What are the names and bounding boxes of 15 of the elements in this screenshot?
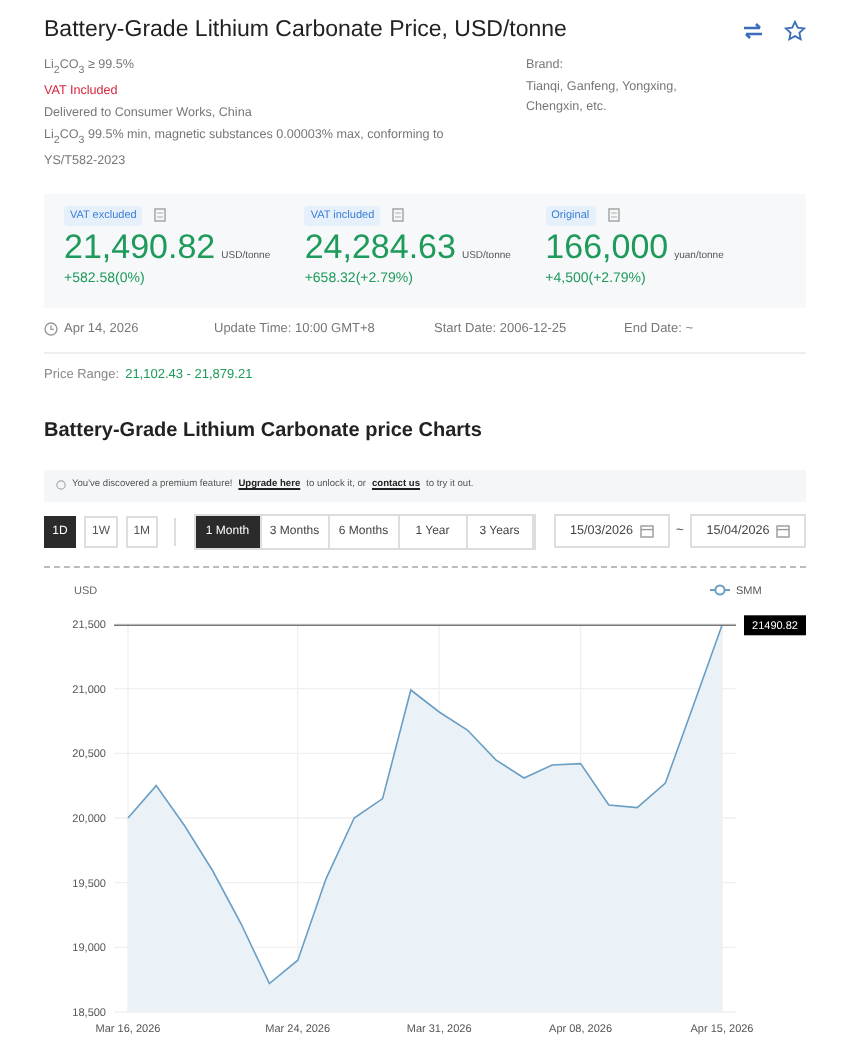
price-value: 166,000 [545, 227, 669, 267]
clock-icon [44, 322, 58, 336]
swap-icon[interactable] [742, 21, 764, 39]
copy-icon[interactable] [392, 208, 405, 222]
section-title: Battery-Grade Lithium Carbonate price Charts [44, 419, 484, 441]
calendar-icon [639, 524, 654, 538]
calendar-icon [775, 524, 790, 538]
copy-icon[interactable] [607, 208, 620, 222]
price-value: 21,490.82 [64, 227, 216, 267]
info-icon [56, 480, 66, 490]
legend-marker-icon [709, 583, 731, 595]
page-title: Battery-Grade Lithium Carbonate Price, USD/tonne [44, 18, 567, 42]
copy-icon[interactable] [154, 208, 167, 222]
price-value: 24,284.63 [304, 227, 456, 267]
star-icon[interactable] [784, 19, 806, 41]
